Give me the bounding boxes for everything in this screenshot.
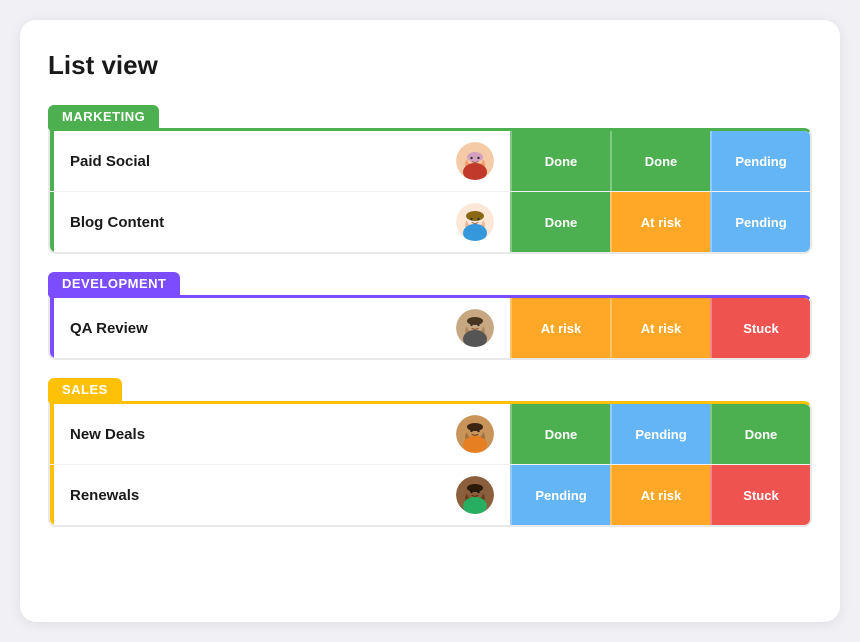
table-row[interactable]: QA Review At riskAt riskStuck: [50, 298, 810, 358]
status-cells: PendingAt riskStuck: [510, 465, 810, 525]
avatar: [456, 476, 494, 514]
row-label-area: Renewals: [50, 465, 510, 525]
row-label-area: Paid Social: [50, 131, 510, 191]
status-cells: DoneAt riskPending: [510, 192, 810, 252]
status-badge[interactable]: Done: [510, 404, 610, 464]
status-cells: DoneDonePending: [510, 131, 810, 191]
main-card: List view MARKETINGPaid Social DoneDoneP…: [20, 20, 840, 622]
group-body-marketing: Paid Social DoneDonePendingBlog Content …: [48, 128, 812, 254]
status-badge[interactable]: Pending: [710, 131, 810, 191]
avatar: [456, 309, 494, 347]
status-badge[interactable]: Done: [510, 192, 610, 252]
status-badge[interactable]: Pending: [710, 192, 810, 252]
row-name: Renewals: [54, 487, 456, 504]
status-badge[interactable]: Done: [610, 131, 710, 191]
group-header-development: DEVELOPMENT: [48, 272, 180, 295]
status-badge[interactable]: Stuck: [710, 298, 810, 358]
avatar: [456, 142, 494, 180]
group-header-marketing: MARKETING: [48, 105, 159, 128]
table-row[interactable]: Renewals PendingAt riskStuck: [50, 465, 810, 525]
status-badge[interactable]: Stuck: [710, 465, 810, 525]
status-cells: DonePendingDone: [510, 404, 810, 464]
row-label-area: Blog Content: [50, 192, 510, 252]
status-badge[interactable]: At risk: [510, 298, 610, 358]
status-badge[interactable]: Pending: [510, 465, 610, 525]
group-sales: SALESNew Deals DonePendingDoneRenewals P…: [48, 378, 812, 527]
row-name: Paid Social: [54, 153, 456, 170]
status-badge[interactable]: Done: [710, 404, 810, 464]
status-badge[interactable]: At risk: [610, 465, 710, 525]
group-body-development: QA Review At riskAt riskStuck: [48, 295, 812, 360]
status-badge[interactable]: Done: [510, 131, 610, 191]
group-header-sales: SALES: [48, 378, 122, 401]
group-body-sales: New Deals DonePendingDoneRenewals Pendin…: [48, 401, 812, 527]
status-cells: At riskAt riskStuck: [510, 298, 810, 358]
table-row[interactable]: Blog Content DoneAt riskPending: [50, 192, 810, 252]
status-badge[interactable]: Pending: [610, 404, 710, 464]
status-badge[interactable]: At risk: [610, 192, 710, 252]
row-name: New Deals: [54, 426, 456, 443]
row-name: QA Review: [54, 320, 456, 337]
group-marketing: MARKETINGPaid Social DoneDonePendingBlog…: [48, 105, 812, 254]
status-badge[interactable]: At risk: [610, 298, 710, 358]
row-name: Blog Content: [54, 214, 456, 231]
row-label-area: New Deals: [50, 404, 510, 464]
page-title: List view: [48, 50, 812, 81]
avatar: [456, 415, 494, 453]
table-row[interactable]: New Deals DonePendingDone: [50, 404, 810, 465]
table-row[interactable]: Paid Social DoneDonePending: [50, 131, 810, 192]
group-development: DEVELOPMENTQA Review At riskAt riskStuck: [48, 272, 812, 360]
row-label-area: QA Review: [50, 298, 510, 358]
avatar: [456, 203, 494, 241]
